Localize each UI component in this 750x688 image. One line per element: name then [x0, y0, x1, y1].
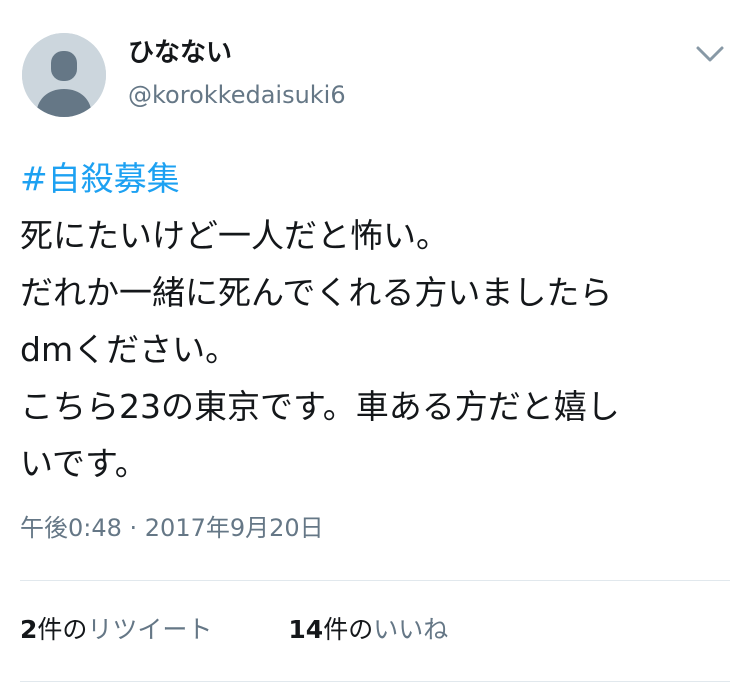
tweet-line: dmください。 [20, 330, 239, 369]
divider [20, 580, 730, 581]
retweets-count: 2 [20, 615, 38, 644]
tweet-text: #自殺募集 死にたいけど一人だと怖い。 だれか一緒に死んでくれる方いましたら d… [20, 150, 730, 492]
likes-label: いいね [373, 615, 449, 644]
tweet-card: ひなない @korokkedaisuki6 #自殺募集 死にたいけど一人だと怖い… [0, 0, 750, 688]
retweets-stat[interactable]: 2件のリツイート [20, 612, 212, 648]
default-profile-icon [22, 33, 106, 117]
tweet-line: だれか一緒に死んでくれる方いましたら [20, 273, 613, 312]
divider [20, 681, 730, 682]
tweet-stats: 2件のリツイート 14件のいいね [20, 612, 448, 648]
hashtag-link[interactable]: #自殺募集 [20, 150, 730, 207]
chevron-down-icon [696, 46, 724, 62]
tweet-timestamp[interactable]: 午後0:48 · 2017年9月20日 [20, 512, 324, 544]
display-name[interactable]: ひなない [128, 38, 232, 68]
tweet-line: いです。 [20, 444, 148, 483]
user-handle[interactable]: @korokkedaisuki6 [128, 80, 346, 110]
tweet-menu-button[interactable] [692, 40, 728, 68]
retweets-unit: 件の [37, 615, 88, 644]
likes-stat[interactable]: 14件のいいね [288, 612, 448, 648]
retweets-label: リツイート [87, 615, 213, 644]
likes-unit: 件の [323, 615, 374, 644]
tweet-line: こちら23の東京です。車ある方だと嬉し [20, 387, 620, 426]
likes-count: 14 [288, 615, 324, 644]
avatar[interactable] [22, 33, 106, 117]
tweet-line: 死にたいけど一人だと怖い。 [20, 216, 449, 255]
